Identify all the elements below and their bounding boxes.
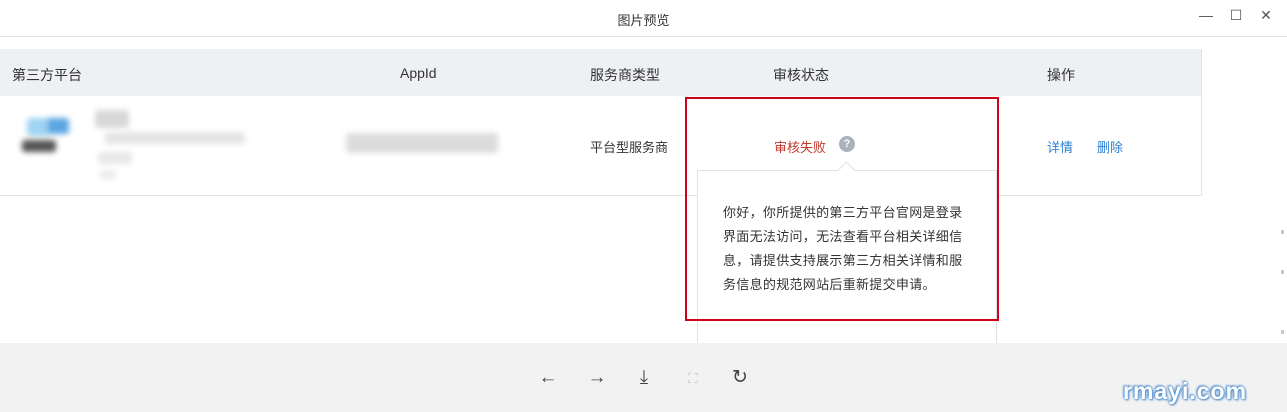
arrow-left-icon[interactable]: ←: [536, 366, 560, 390]
preview-image: 第三方平台 AppId 服务商类型 审核状态 操作 平台型服务商 审核失败 ? …: [0, 36, 1287, 343]
minimize-icon[interactable]: —: [1196, 6, 1216, 24]
window-title: 图片预览: [617, 13, 670, 28]
preview-toolbar: ← → ⤓ ⛶ ↻: [0, 342, 1287, 412]
header-provider-type: 服务商类型: [590, 67, 660, 83]
arrow-right-icon[interactable]: →: [585, 366, 609, 390]
details-link[interactable]: 详情: [1047, 137, 1073, 156]
fit-screen-icon[interactable]: ⛶: [681, 366, 705, 390]
table-header: 第三方平台 AppId 服务商类型 审核状态 操作: [0, 49, 1201, 96]
close-icon[interactable]: ✕: [1256, 6, 1276, 24]
header-third-party-platform: 第三方平台: [12, 67, 82, 83]
download-icon[interactable]: ⤓: [632, 366, 656, 390]
rotate-icon[interactable]: ↻: [728, 366, 752, 390]
watermark: rmayi.com: [1123, 378, 1248, 404]
image-preview-window: 图片预览 — ☐ ✕ 第三方平台 AppId 服务商类型 审核状态 操作 平台型…: [0, 0, 1287, 412]
maximize-icon[interactable]: ☐: [1226, 6, 1246, 24]
appid-redacted: [346, 133, 498, 153]
delete-link[interactable]: 删除: [1097, 137, 1123, 156]
platform-table: 第三方平台 AppId 服务商类型 审核状态 操作 平台型服务商 审核失败 ? …: [0, 49, 1202, 196]
header-actions: 操作: [1047, 67, 1075, 83]
highlight-annotation-box: [685, 97, 999, 321]
header-appid: AppId: [400, 65, 437, 81]
edge-mark: [1281, 230, 1284, 234]
table-row: 平台型服务商 审核失败 ? 详情 删除: [0, 96, 1201, 194]
header-review-status: 审核状态: [773, 67, 829, 83]
title-bar: 图片预览 — ☐ ✕: [0, 0, 1287, 36]
provider-type: 平台型服务商: [590, 140, 669, 155]
edge-mark: [1281, 270, 1284, 274]
edge-mark: [1281, 330, 1284, 334]
